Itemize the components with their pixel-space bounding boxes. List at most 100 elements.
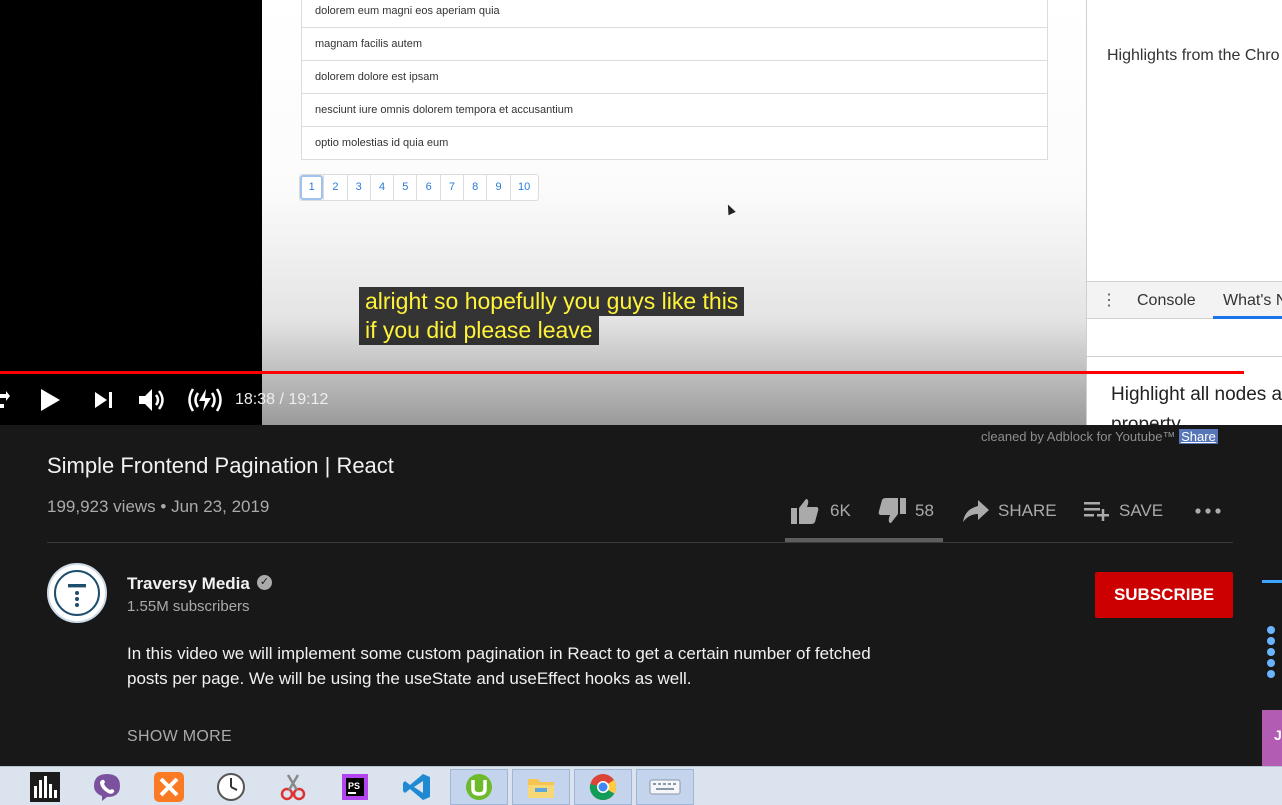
devtools-panel: ⋮ Console What's N Highlights from the C… [1086,0,1282,425]
more-vertical-icon: ⋮ [1101,292,1117,309]
video-title: Simple Frontend Pagination | React [47,453,394,478]
video-player[interactable]: dolorem eum magni eos aperiam quia magna… [0,0,1282,425]
more-actions-button[interactable] [1194,493,1222,529]
list-item: nesciunt iure omnis dolorem tempora et a… [302,93,1047,126]
list-item: dolorem dolore est ipsam [302,60,1047,93]
mouse-cursor-icon [724,202,736,216]
taskbar-vscode[interactable] [388,769,446,805]
progress-bar[interactable] [0,371,1245,374]
clock-icon [217,773,245,801]
page-link-8: 8 [463,175,486,200]
like-button[interactable]: 6K [790,493,851,529]
time-display: 18:38 / 19:12 [235,391,329,408]
loop-icon[interactable] [0,388,10,412]
utorrent-icon [466,774,492,800]
share-label: SHARE [998,501,1057,520]
caption-line: if you did please leave [359,316,599,345]
playlist-add-icon [1084,502,1109,521]
more-horizontal-icon [1195,508,1221,514]
chrome-icon [589,774,617,801]
devtools-highlights: Highlights from the Chro [1107,47,1280,64]
thumbs-up-icon [791,499,819,524]
dislike-count: 58 [915,501,934,520]
equalizer-icon [30,772,60,802]
sidebar-peek-accent [1262,580,1282,583]
list-item: optio molestias id quia eum [302,126,1047,159]
avatar[interactable] [47,563,107,623]
verified-check-icon: ✓ [257,575,272,590]
check-icon [1267,626,1275,634]
video-frame: dolorem eum magni eos aperiam quia magna… [262,0,1282,425]
page-link-3: 3 [346,175,370,200]
page-link-5: 5 [393,175,416,200]
thumbs-down-icon [878,498,906,523]
taskbar-file-explorer[interactable] [512,769,570,805]
caption-line: alright so hopefully you guys like this [359,287,745,316]
play-icon[interactable] [38,388,62,412]
taskbar: PS [0,766,1282,805]
devtools-tabs: ⋮ Console What's N [1087,281,1282,319]
subscribe-button[interactable]: SUBSCRIBE [1095,572,1233,618]
channel-name[interactable]: Traversy Media [127,574,250,594]
keyboard-icon [649,779,681,795]
next-icon[interactable] [94,391,114,409]
save-button[interactable]: SAVE [1083,493,1163,529]
share-arrow-icon [963,500,989,522]
check-icon [1267,659,1275,667]
sidebar-peek: J [1262,580,1282,766]
divider [47,542,1233,543]
like-count: 6K [830,501,851,520]
views-date: 199,923 views • Jun 23, 2019 [47,497,270,516]
taskbar-equalizer[interactable] [16,769,74,805]
adblock-text: cleaned by Adblock for Youtube™ [981,429,1176,444]
taskbar-keyboard[interactable] [636,769,694,805]
taskbar-clock[interactable] [202,769,260,805]
adblock-share-link[interactable]: Share [1179,429,1218,444]
list-item: magnam facilis autem [302,27,1047,60]
viber-icon [94,774,120,801]
list-item: dolorem eum magni eos aperiam quia [315,5,500,17]
page-link-7: 7 [439,175,463,200]
check-icon [1267,648,1275,656]
taskbar-xampp[interactable] [140,769,198,805]
snipping-tool-icon [280,774,306,801]
post-list: dolorem eum magni eos aperiam quia magna… [301,0,1048,160]
page-link-9: 9 [486,175,509,200]
player-controls: 18:38 / 19:12 [0,378,1282,423]
captions: alright so hopefully you guys like this … [359,287,745,345]
sidebar-thumbnail[interactable]: J [1262,710,1282,766]
tab-console: Console [1137,292,1196,309]
dislike-button[interactable]: 58 [877,493,934,529]
pagination: 1 2 3 4 5 6 7 8 9 10 [299,174,539,201]
svg-text:PS: PS [348,781,360,791]
taskbar-chrome[interactable] [574,769,632,805]
vscode-icon [403,774,430,800]
live-sync-icon[interactable] [185,386,225,414]
page-link-6: 6 [416,175,439,200]
phpstorm-icon: PS [342,774,368,800]
tab-whats-new: What's N [1223,292,1282,309]
check-icon [1267,670,1275,678]
video-description: In this video we will implement some cus… [127,644,871,688]
page-link-2: 2 [323,175,346,200]
adblock-notice: cleaned by Adblock for Youtube™ Share [981,429,1218,444]
taskbar-viber[interactable] [78,769,136,805]
taskbar-snipping-tool[interactable] [264,769,322,805]
share-button[interactable]: SHARE [962,493,1057,529]
show-more-button[interactable]: SHOW MORE [127,728,232,746]
divider [1087,356,1282,357]
taskbar-utorrent[interactable] [450,769,508,805]
taskbar-phpstorm[interactable]: PS [326,769,384,805]
page-link-1: 1 [300,175,324,200]
volume-icon[interactable] [138,387,168,413]
page-link-10: 10 [509,175,538,200]
subscriber-count: 1.55M subscribers [127,598,250,615]
page-link-4: 4 [369,175,393,200]
screen: dolorem eum magni eos aperiam quia magna… [0,0,1282,805]
xampp-icon [154,772,184,802]
save-label: SAVE [1119,501,1164,520]
active-tab-indicator [1213,316,1282,319]
file-explorer-icon [528,779,554,798]
channel-logo-icon [54,570,100,616]
check-icon [1267,637,1275,645]
